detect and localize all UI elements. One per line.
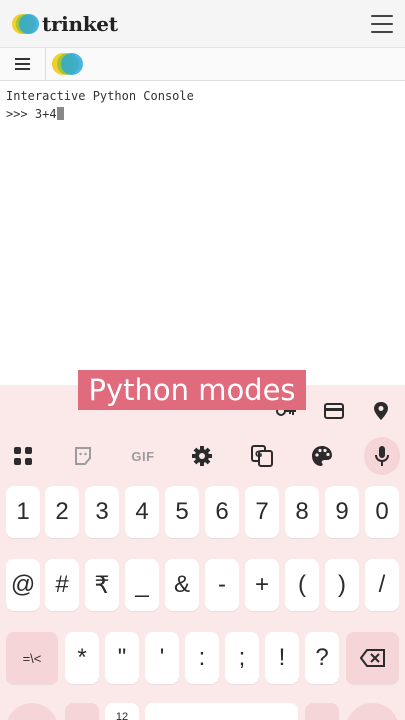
key-ampersand[interactable]: &: [165, 559, 199, 611]
console-toolbar: [0, 47, 405, 81]
key-minus[interactable]: -: [205, 559, 239, 611]
mic-icon[interactable]: [364, 437, 400, 475]
key-4[interactable]: 4: [125, 486, 159, 538]
key-9[interactable]: 9: [325, 486, 359, 538]
sticker-icon[interactable]: [70, 443, 96, 469]
key-underscore[interactable]: _: [125, 559, 159, 611]
space-key[interactable]: [145, 703, 298, 720]
brand-name: trinket: [42, 11, 118, 36]
menu-icon: [15, 58, 30, 70]
trinket-logo-icon: [12, 13, 39, 34]
key-6[interactable]: 6: [205, 486, 239, 538]
key-7[interactable]: 7: [245, 486, 279, 538]
key-hash[interactable]: #: [45, 559, 79, 611]
card-icon[interactable]: [322, 399, 346, 423]
svg-text:G: G: [255, 450, 262, 460]
key-open-paren[interactable]: (: [285, 559, 319, 611]
key-5[interactable]: 5: [165, 486, 199, 538]
key-semicolon[interactable]: ;: [225, 632, 259, 684]
key-abc-switch[interactable]: [6, 703, 58, 720]
enter-key[interactable]: [346, 703, 399, 720]
key-question[interactable]: ?: [305, 632, 339, 684]
key-1[interactable]: 1: [6, 486, 40, 538]
hamburger-menu-icon[interactable]: [371, 14, 393, 33]
app-header: trinket: [0, 0, 405, 48]
console-menu-button[interactable]: [0, 47, 46, 81]
console-input-text: >>> 3+4: [6, 107, 57, 121]
key-colon[interactable]: :: [185, 632, 219, 684]
key-exclamation[interactable]: !: [265, 632, 299, 684]
key-at[interactable]: @: [6, 559, 40, 611]
key-8[interactable]: 8: [285, 486, 319, 538]
onscreen-keyboard: GIF G 1 2 3 4 5 6 7 8 9 0 @ # ₹ _ & - + …: [0, 385, 405, 720]
key-close-paren[interactable]: ): [325, 559, 359, 611]
apps-grid-icon[interactable]: [10, 443, 36, 469]
key-asterisk[interactable]: *: [65, 632, 99, 684]
console-banner: Interactive Python Console: [6, 89, 194, 103]
key-period[interactable]: [305, 703, 339, 720]
backspace-key[interactable]: [346, 632, 399, 684]
backspace-icon: [359, 649, 385, 667]
key-plus[interactable]: +: [245, 559, 279, 611]
key-more-symbols[interactable]: =\<: [6, 632, 58, 684]
translate-icon[interactable]: G: [249, 443, 275, 469]
keyboard-toolbar: GIF G: [0, 435, 405, 477]
key-0[interactable]: 0: [365, 486, 399, 538]
python-logo-icon: [52, 53, 84, 75]
key-single-quote[interactable]: ': [145, 632, 179, 684]
console-input-line[interactable]: >>> 3+4: [6, 105, 399, 123]
key-rupee[interactable]: ₹: [85, 559, 119, 611]
gif-button[interactable]: GIF: [129, 443, 157, 469]
key-slash[interactable]: /: [365, 559, 399, 611]
text-cursor: [56, 107, 64, 120]
palette-icon[interactable]: [309, 443, 335, 469]
key-numeric-switch[interactable]: 12: [105, 703, 139, 720]
location-pin-icon[interactable]: [369, 399, 393, 423]
trinket-logo[interactable]: trinket: [12, 12, 118, 36]
key-double-quote[interactable]: ": [105, 632, 139, 684]
video-caption: Python modes: [78, 370, 306, 410]
python-console[interactable]: Interactive Python Console >>> 3+4: [0, 81, 405, 385]
settings-gear-icon[interactable]: [189, 443, 215, 469]
key-comma[interactable]: [65, 703, 99, 720]
key-2[interactable]: 2: [45, 486, 79, 538]
key-3[interactable]: 3: [85, 486, 119, 538]
